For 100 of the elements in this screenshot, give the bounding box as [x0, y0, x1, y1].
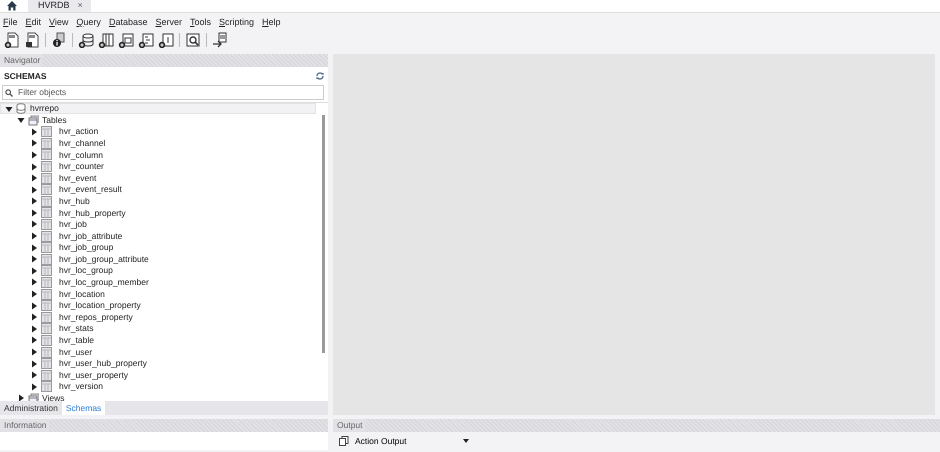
expand-arrow-icon[interactable]	[17, 394, 25, 402]
expand-arrow-icon[interactable]	[30, 220, 38, 228]
menu-item[interactable]: File	[1, 15, 24, 29]
expand-arrow-icon[interactable]	[30, 128, 38, 136]
tree-item[interactable]: hvr_user	[59, 346, 92, 358]
table-icon	[41, 149, 52, 160]
tree-item[interactable]: hvr_hub	[59, 194, 90, 208]
table-icon	[41, 288, 52, 300]
refresh-icon[interactable]	[316, 72, 324, 80]
menu-item[interactable]: Database	[106, 15, 154, 29]
section-title: SCHEMAS	[4, 70, 47, 83]
tree-item[interactable]: hvr_location	[59, 288, 105, 300]
expand-arrow-icon[interactable]	[30, 186, 38, 194]
search-icon	[5, 88, 13, 97]
table-icon	[41, 334, 52, 346]
expand-arrow-icon[interactable]	[30, 208, 38, 217]
database-icon	[16, 103, 27, 114]
tree-item[interactable]: hvr_user_hub_property	[59, 357, 147, 370]
home-icon[interactable]	[6, 0, 18, 11]
expand-arrow-icon[interactable]	[30, 255, 38, 264]
create-schema-icon[interactable]	[78, 32, 94, 48]
tree-item[interactable]: hvr_hub_property	[59, 206, 126, 220]
output-dropdown[interactable]: Action Output	[355, 435, 469, 448]
table-icon	[41, 207, 52, 218]
table-icon	[41, 381, 52, 392]
tree-item[interactable]: hvr_job	[59, 218, 87, 231]
tree-item[interactable]: Tables	[42, 114, 67, 127]
document-tab[interactable]: HVRDB ×	[28, 0, 91, 12]
panel-tab[interactable]: Schemas	[62, 401, 106, 415]
table-icon	[41, 126, 52, 138]
tree-item[interactable]: hvr_location_property	[59, 299, 141, 312]
expand-arrow-icon[interactable]	[30, 197, 38, 206]
table-icon	[41, 346, 52, 358]
table-icon	[41, 138, 52, 149]
collapse-arrow-icon[interactable]	[5, 104, 13, 113]
expand-arrow-icon[interactable]	[30, 360, 38, 368]
collapse-arrow-icon[interactable]	[17, 116, 25, 124]
expand-arrow-icon[interactable]	[30, 324, 38, 333]
tree-item[interactable]: hvr_job_group	[59, 241, 114, 254]
expand-arrow-icon[interactable]	[30, 232, 38, 240]
expand-arrow-icon[interactable]	[30, 139, 38, 148]
tree-item[interactable]: hvr_user_property	[59, 368, 128, 382]
table-icon	[41, 218, 52, 230]
info-icon[interactable]	[51, 32, 67, 48]
expand-arrow-icon[interactable]	[30, 382, 38, 391]
create-view-icon[interactable]	[118, 32, 134, 48]
scrollbar-thumb[interactable]	[322, 114, 324, 353]
panel-title: Navigator	[0, 54, 42, 67]
table-icon	[41, 254, 52, 265]
tree-item[interactable]: hvr_stats	[59, 322, 94, 336]
tree-item[interactable]: hvr_column	[59, 148, 103, 162]
expand-arrow-icon[interactable]	[30, 302, 38, 310]
menu-item[interactable]: Help	[260, 15, 287, 29]
tree-item[interactable]: hvr_job_group_attribute	[59, 252, 149, 266]
panel-title: Output	[333, 419, 365, 432]
tree-item[interactable]: hvr_table	[59, 334, 94, 347]
tree-item[interactable]: hvr_loc_group	[59, 264, 113, 278]
search-icon[interactable]	[185, 32, 201, 48]
tree-item[interactable]: hvr_version	[59, 380, 103, 394]
caret-icon	[463, 439, 469, 444]
table-icon	[41, 172, 52, 184]
expand-arrow-icon[interactable]	[30, 150, 38, 159]
tree-item[interactable]: hvrrepo	[30, 102, 59, 115]
tree-item[interactable]: hvr_repos_property	[59, 310, 133, 324]
expand-arrow-icon[interactable]	[30, 348, 38, 356]
tree-item[interactable]: hvr_action	[59, 125, 98, 138]
expand-arrow-icon[interactable]	[30, 336, 38, 344]
menu-item[interactable]: View	[47, 15, 74, 29]
table-icon	[41, 230, 52, 242]
table-icon	[41, 312, 52, 323]
expand-arrow-icon[interactable]	[30, 162, 38, 171]
tree-item[interactable]: hvr_event	[59, 172, 96, 184]
table-icon	[41, 358, 52, 370]
expand-arrow-icon[interactable]	[30, 278, 38, 286]
expand-arrow-icon[interactable]	[30, 266, 38, 275]
tree-item[interactable]: hvr_event_result	[59, 183, 122, 196]
menu-item[interactable]: Server	[153, 15, 188, 29]
table-icon	[41, 265, 52, 276]
table-icon	[41, 161, 52, 172]
copy-icon[interactable]	[339, 436, 349, 446]
close-icon[interactable]: ×	[78, 0, 83, 12]
expand-arrow-icon[interactable]	[30, 174, 38, 182]
search-field[interactable]: Filter objects	[2, 84, 324, 100]
menu-item[interactable]: Scripting	[217, 15, 260, 29]
expand-arrow-icon[interactable]	[30, 371, 38, 380]
menu-item[interactable]: Edit	[24, 15, 48, 29]
table-icon	[41, 370, 52, 381]
table-icon	[41, 242, 52, 254]
create-table-icon[interactable]	[98, 32, 114, 48]
tree-item[interactable]: hvr_channel	[59, 136, 106, 150]
tree-item[interactable]: hvr_loc_group_member	[59, 276, 149, 289]
new-sql-tab-icon[interactable]	[4, 32, 20, 48]
expand-arrow-icon[interactable]	[30, 313, 38, 322]
menu-item[interactable]: Query	[74, 15, 107, 29]
expand-arrow-icon[interactable]	[30, 290, 38, 298]
tree-item[interactable]: hvr_counter	[59, 160, 104, 173]
table-icon	[41, 196, 52, 207]
menu-item[interactable]: Tools	[188, 15, 218, 29]
expand-arrow-icon[interactable]	[30, 244, 38, 252]
tree-item[interactable]: hvr_job_attribute	[59, 230, 122, 242]
